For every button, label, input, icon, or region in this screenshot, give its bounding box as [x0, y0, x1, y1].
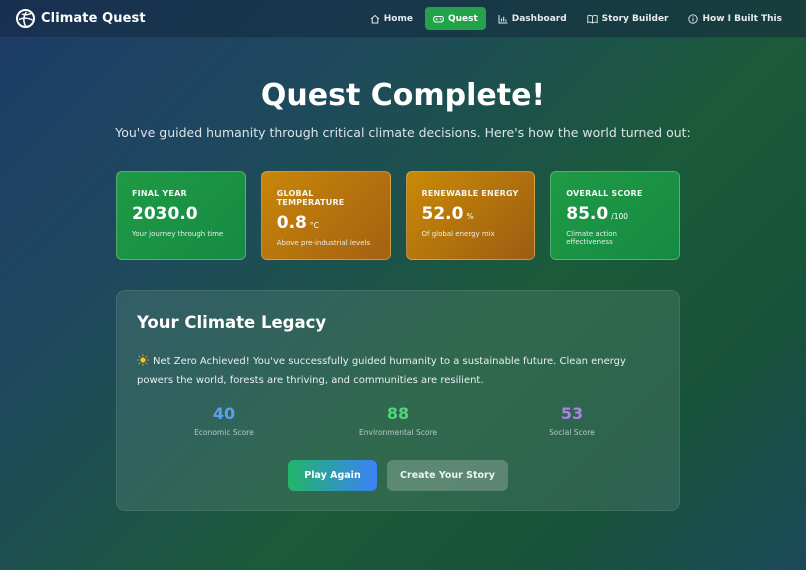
nav-quest[interactable]: Quest — [424, 7, 486, 30]
score-social: 53 Social Score — [485, 404, 659, 437]
stat-value: 52.0 — [421, 204, 464, 224]
nav-home-label: Home — [383, 13, 413, 24]
stat-label: FINAL YEAR — [132, 189, 187, 198]
stat-unit: % — [466, 212, 474, 221]
home-icon — [370, 14, 380, 23]
stat-cards: FINAL YEAR 2030.0 Your journey through t… — [116, 171, 680, 260]
legacy-title: Your Climate Legacy — [137, 313, 327, 332]
stat-unit: /100 — [611, 212, 629, 221]
sun-icon — [137, 354, 149, 366]
gamepad-icon — [433, 15, 444, 22]
nav-how-i-built-this[interactable]: How I Built This — [680, 7, 790, 30]
nav-links: Home Quest Dashboard Story Builder How I… — [362, 7, 790, 30]
climate-legacy-panel: Your Climate Legacy Net Zero Achieved! Y… — [116, 290, 680, 511]
stat-card-overall-score: OVERALL SCORE 85.0/100 Climate action ef… — [550, 171, 680, 260]
stat-card-final-year: FINAL YEAR 2030.0 Your journey through t… — [116, 171, 246, 260]
stat-note: Above pre-industrial levels — [276, 239, 371, 247]
score-value: 88 — [386, 404, 410, 423]
stat-card-global-temperature: GLOBAL TEMPERATURE 0.8 °C Above pre-indus… — [260, 171, 391, 260]
stat-value-row: 85.0/100 — [566, 204, 665, 224]
create-your-story-button[interactable]: Create Your Story — [387, 460, 508, 491]
brand-title: Climate Quest — [41, 11, 146, 26]
score-economic: 40 Economic Score — [137, 404, 311, 437]
legacy-message-text: Net Zero Achieved! You've successfully g… — [137, 356, 626, 386]
info-icon — [688, 13, 699, 24]
score-label: Environmental Score — [359, 428, 437, 437]
page-subtitle: You've guided humanity through critical … — [115, 125, 691, 140]
stat-label: OVERALL SCORE — [566, 189, 643, 198]
score-label: Economic Score — [194, 428, 254, 437]
stat-unit: °C — [309, 221, 319, 230]
stat-value-row: 0.8 °C — [277, 213, 376, 233]
stat-note: Climate action effectiveness — [566, 230, 617, 246]
stat-value-row: 2030.0 — [132, 204, 231, 224]
top-nav: Climate Quest Home Quest Dashboard Story… — [0, 0, 806, 38]
play-again-button[interactable]: Play Again — [288, 460, 377, 491]
action-buttons: Play Again Create Your Story — [137, 460, 659, 491]
nav-story-builder-label: Story Builder — [601, 13, 669, 24]
stat-card-renewable-energy: RENEWABLE ENERGY 52.0% Of global energy … — [405, 171, 536, 260]
score-breakdown: 40 Economic Score 88 Environmental Score… — [137, 404, 659, 437]
page-title: Quest Complete! — [260, 78, 546, 113]
nav-dashboard-label: Dashboard — [511, 13, 567, 24]
stat-value-row: 52.0% — [422, 204, 521, 224]
score-value: 40 — [212, 404, 236, 423]
bar-chart-icon — [498, 14, 508, 23]
brand[interactable]: Climate Quest — [16, 9, 146, 28]
nav-home[interactable]: Home — [362, 7, 421, 30]
nav-dashboard[interactable]: Dashboard — [490, 7, 575, 30]
nav-quest-label: Quest — [447, 13, 478, 24]
nav-story-builder[interactable]: Story Builder — [579, 7, 677, 30]
score-environmental: 88 Environmental Score — [311, 404, 485, 437]
globe-leaf-logo-icon — [16, 9, 35, 28]
legacy-message: Net Zero Achieved! You've successfully g… — [137, 352, 637, 390]
nav-how-i-built-this-label: How I Built This — [702, 13, 782, 24]
stat-label: GLOBAL TEMPERATURE — [276, 189, 345, 207]
book-icon — [587, 14, 598, 24]
stat-note: Of global energy mix — [421, 230, 495, 238]
stat-label: RENEWABLE ENERGY — [421, 189, 519, 198]
stat-value: 0.8 — [276, 213, 307, 233]
score-label: Social Score — [549, 428, 595, 437]
score-value: 53 — [560, 404, 584, 423]
stat-value: 85.0 — [566, 204, 609, 224]
stat-note: Your journey through time — [132, 230, 224, 238]
stat-value: 2030.0 — [132, 204, 198, 224]
